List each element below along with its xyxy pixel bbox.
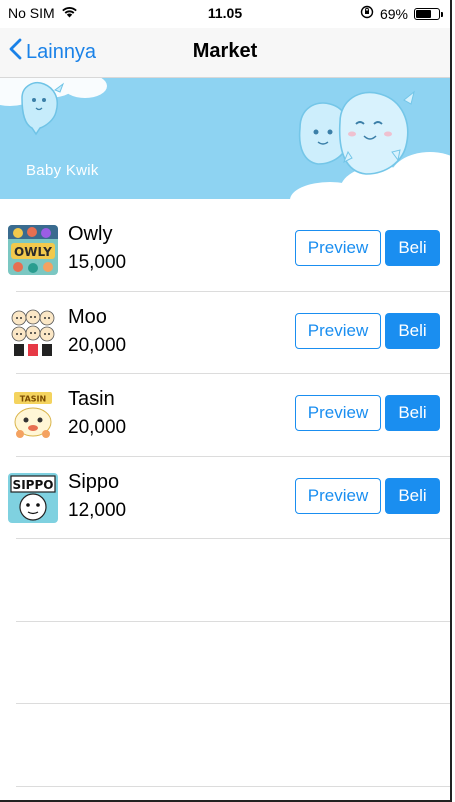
sticker-list: OWLY Owly 15,000 Preview Beli Moo 20,000… <box>0 209 450 787</box>
list-item[interactable]: Moo 20,000 Preview Beli <box>8 292 450 374</box>
item-price: 20,000 <box>68 334 127 356</box>
battery-icon <box>414 7 443 20</box>
item-name: Owly <box>68 223 113 245</box>
buy-button[interactable]: Beli <box>385 395 440 431</box>
preview-button[interactable]: Preview <box>295 395 381 431</box>
owly-sticker-icon: OWLY <box>8 225 58 275</box>
sippo-sticker-icon: SIPPO <box>8 472 58 523</box>
ghost-small-icon <box>21 82 65 136</box>
item-price: 20,000 <box>68 417 127 438</box>
orientation-lock-icon <box>360 5 374 22</box>
battery-percent: 69% <box>379 5 408 22</box>
list-item[interactable]: SIPPO Sippo 12,000 Preview Beli <box>8 457 450 539</box>
featured-banner[interactable]: Baby Kwik <box>0 78 450 199</box>
ghost-pair-icon <box>298 90 415 175</box>
preview-button[interactable]: Preview <box>295 477 381 514</box>
svg-text:TASIN: TASIN <box>20 395 46 404</box>
buy-button[interactable]: Beli <box>385 477 440 514</box>
item-name: Sippo <box>68 470 120 493</box>
preview-button[interactable]: Preview <box>295 312 381 349</box>
empty-list-row <box>16 539 450 622</box>
item-price: 15,000 <box>68 252 127 273</box>
svg-text:OWLY: OWLY <box>14 245 52 259</box>
item-price: 12,000 <box>68 499 127 521</box>
empty-list-row <box>16 622 450 704</box>
empty-list-row <box>16 704 450 787</box>
tasin-sticker-icon: TASIN <box>8 390 58 440</box>
list-item[interactable]: TASIN Tasin 20,000 Preview Beli <box>8 374 450 457</box>
page-title: Market <box>192 40 258 62</box>
status-bar: No SIM 11.05 69% <box>0 0 450 28</box>
moo-sticker-icon <box>8 307 58 358</box>
app-frame: No SIM 11.05 69% Lainnya Market Baby Kwi… <box>0 0 452 802</box>
battery-level <box>416 9 432 18</box>
banner-title: Baby Kwik <box>26 162 99 179</box>
buy-button[interactable]: Beli <box>385 312 440 349</box>
list-item[interactable]: OWLY Owly 15,000 Preview Beli <box>8 209 450 292</box>
preview-button[interactable]: Preview <box>295 230 381 266</box>
buy-button[interactable]: Beli <box>385 230 440 266</box>
status-right: 69% <box>360 5 443 22</box>
item-name: Tasin <box>68 388 115 410</box>
svg-text:SIPPO: SIPPO <box>13 478 54 492</box>
item-name: Moo <box>68 305 107 328</box>
banner-artwork <box>0 78 450 199</box>
navigation-bar: Lainnya Market <box>0 28 450 78</box>
